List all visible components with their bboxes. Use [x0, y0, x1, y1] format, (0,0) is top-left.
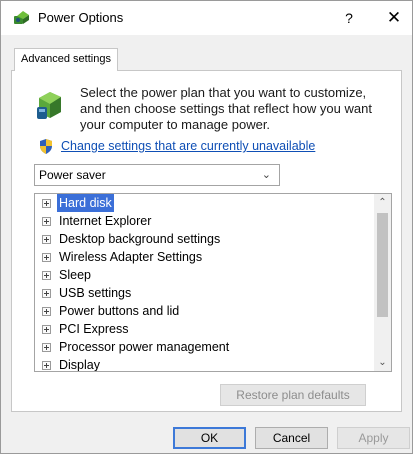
tree-item-label: Display [59, 358, 100, 372]
tree-item-label: Sleep [59, 268, 91, 282]
expand-icon[interactable] [42, 325, 51, 334]
vertical-scrollbar[interactable]: ⌃ ⌄ [374, 194, 391, 371]
scroll-down-icon[interactable]: ⌄ [374, 354, 391, 371]
ok-button[interactable]: OK [173, 427, 246, 449]
scroll-thumb[interactable] [377, 213, 388, 317]
tree-item-display[interactable]: Display [35, 356, 373, 372]
tree-item-hard-disk[interactable]: Hard disk [35, 194, 373, 212]
restore-plan-defaults-button[interactable]: Restore plan defaults [220, 384, 366, 406]
power-options-icon [14, 11, 29, 24]
cancel-button[interactable]: Cancel [255, 427, 328, 449]
uac-shield-icon [40, 139, 52, 154]
title-bar[interactable]: Power Options ? ✕ [1, 1, 412, 35]
change-settings-link[interactable]: Change settings that are currently unava… [61, 139, 315, 153]
tree-item-label: USB settings [59, 286, 132, 300]
tree-item-processor-power[interactable]: Processor power management [35, 338, 373, 356]
power-plan-icon [37, 92, 61, 119]
tree-item-label: Processor power management [59, 340, 230, 354]
expand-icon[interactable] [42, 217, 51, 226]
power-plan-dropdown[interactable]: Power saver ⌄ [34, 164, 280, 186]
chevron-down-icon: ⌄ [261, 169, 271, 181]
expand-icon[interactable] [42, 199, 51, 208]
tree-item-desktop-background[interactable]: Desktop background settings [35, 230, 373, 248]
tree-item-internet-explorer[interactable]: Internet Explorer [35, 212, 373, 230]
expand-icon[interactable] [42, 289, 51, 298]
tree-item-label: Wireless Adapter Settings [59, 250, 203, 264]
expand-icon[interactable] [42, 307, 51, 316]
tree-item-wireless-adapter[interactable]: Wireless Adapter Settings [35, 248, 373, 266]
tree-item-label: Internet Explorer [59, 214, 152, 228]
tree-item-label: Desktop background settings [59, 232, 221, 246]
tree-item-label: Hard disk [57, 194, 114, 212]
expand-icon[interactable] [42, 343, 51, 352]
close-button[interactable]: ✕ [377, 5, 411, 31]
help-button[interactable]: ? [334, 5, 364, 31]
tree-item-label: PCI Express [59, 322, 129, 336]
expand-icon[interactable] [42, 361, 51, 370]
expand-icon[interactable] [42, 271, 51, 280]
scroll-up-icon[interactable]: ⌃ [374, 194, 391, 211]
tree-item-pci-express[interactable]: PCI Express [35, 320, 373, 338]
settings-tree[interactable]: Hard disk Internet Explorer Desktop back… [34, 193, 392, 372]
tree-item-power-buttons[interactable]: Power buttons and lid [35, 302, 373, 320]
tab-advanced-settings[interactable]: Advanced settings [14, 48, 118, 71]
expand-icon[interactable] [42, 235, 51, 244]
instructions-text: Select the power plan that you want to c… [80, 85, 372, 132]
power-plan-value: Power saver [39, 168, 106, 182]
expand-icon[interactable] [42, 253, 51, 262]
window-title: Power Options [38, 10, 124, 25]
power-options-dialog: Power Options ? ✕ Advanced settings Sele… [0, 0, 413, 454]
apply-button[interactable]: Apply [337, 427, 410, 449]
tree-item-label: Power buttons and lid [59, 304, 180, 318]
tree-item-sleep[interactable]: Sleep [35, 266, 373, 284]
tree-item-usb-settings[interactable]: USB settings [35, 284, 373, 302]
